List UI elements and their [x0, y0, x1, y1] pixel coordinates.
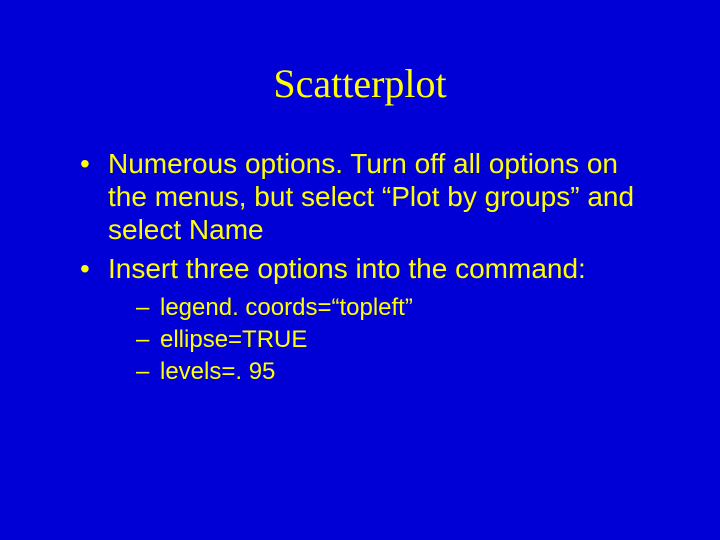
sub-bullet-item: legend. coords=“topleft” [136, 293, 660, 323]
bullet-text: Insert three options into the command: [108, 253, 586, 284]
sub-bullet-item: ellipse=TRUE [136, 325, 660, 355]
sub-bullet-list: legend. coords=“topleft” ellipse=TRUE le… [136, 293, 660, 387]
slide: Scatterplot Numerous options. Turn off a… [0, 0, 720, 540]
sub-bullet-text: legend. coords=“topleft” [160, 294, 413, 321]
sub-bullet-text: levels=. 95 [160, 358, 275, 385]
sub-bullet-item: levels=. 95 [136, 357, 660, 387]
bullet-item: Numerous options. Turn off all options o… [80, 147, 660, 246]
slide-title: Scatterplot [60, 60, 660, 107]
bullet-text: Numerous options. Turn off all options o… [108, 148, 634, 245]
bullet-list: Numerous options. Turn off all options o… [80, 147, 660, 387]
sub-bullet-text: ellipse=TRUE [160, 326, 307, 353]
bullet-item: Insert three options into the command: l… [80, 252, 660, 387]
